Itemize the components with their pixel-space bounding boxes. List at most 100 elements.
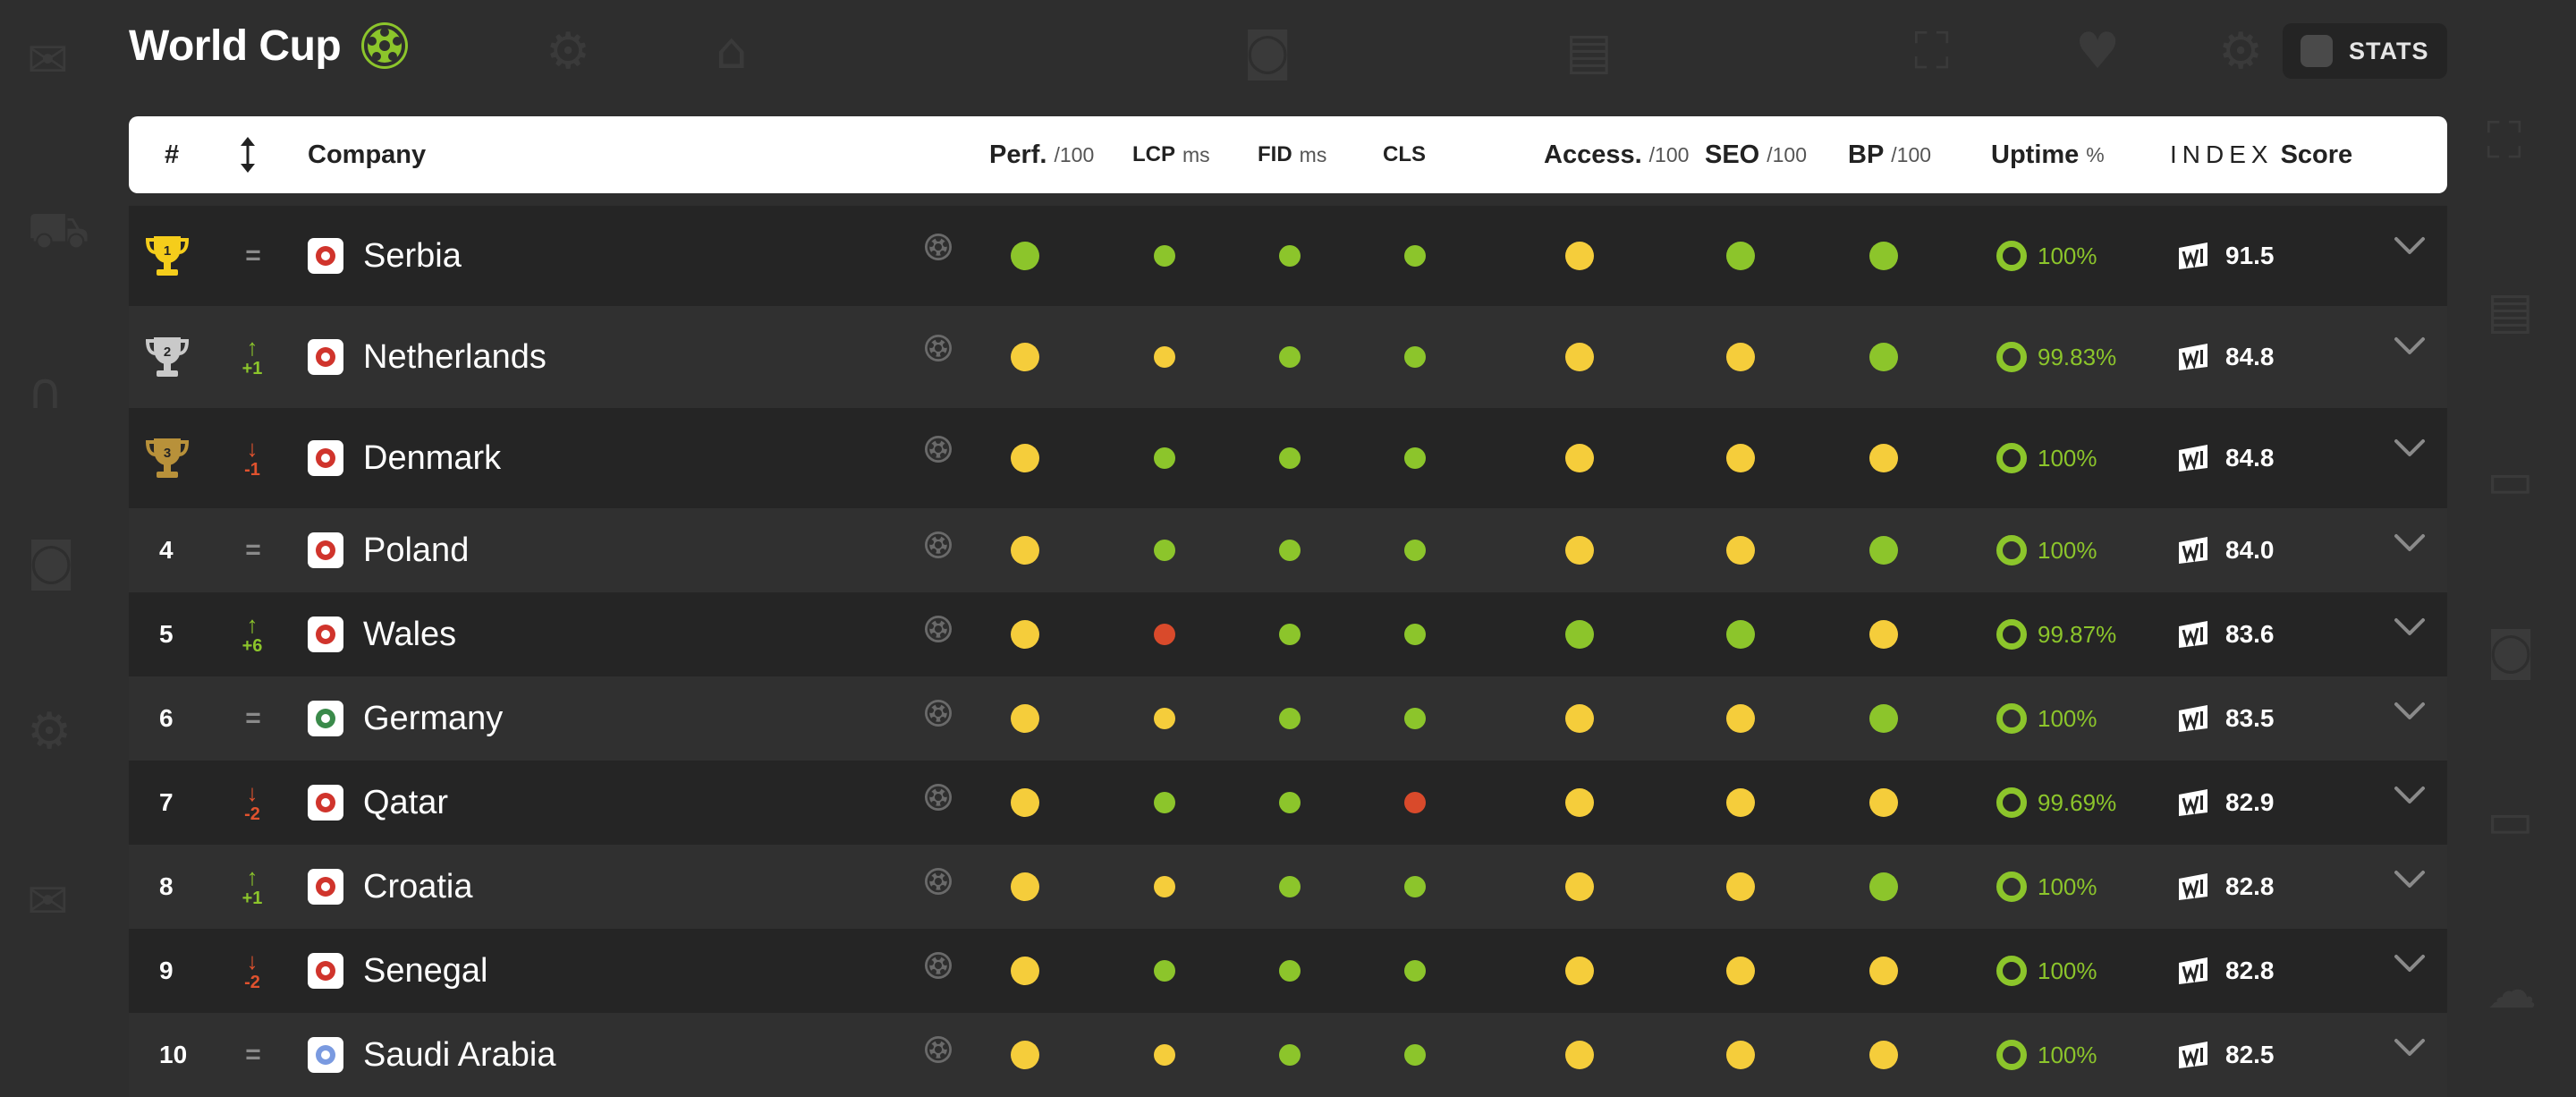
index-logo-icon: [2179, 445, 2207, 472]
chevron-down-icon[interactable]: [2394, 761, 2426, 845]
table-row[interactable]: 4 = Poland 100% 84.0: [129, 508, 2447, 592]
chevron-down-icon[interactable]: [2394, 592, 2426, 676]
chevron-down-icon[interactable]: [2394, 306, 2426, 408]
uptime-value: 100%: [2038, 957, 2097, 984]
company-cell[interactable]: Germany: [308, 676, 503, 761]
football-icon[interactable]: [923, 206, 953, 306]
table-row[interactable]: 1 = Serbia 100% 91.5: [129, 206, 2447, 306]
perf-status-dot: [1011, 408, 1039, 508]
uptime-cell: 99.69%: [1996, 761, 2116, 845]
access-status-dot: [1565, 1013, 1594, 1097]
down-arrow-icon: ↓: [246, 434, 258, 462]
football-icon[interactable]: [923, 408, 953, 508]
chevron-down-icon[interactable]: [2394, 508, 2426, 592]
col-uptime[interactable]: Uptime%: [1991, 116, 2105, 193]
bp-status-dot: [1869, 845, 1898, 929]
uptime-value: 100%: [2038, 872, 2097, 900]
col-lcp[interactable]: LCP ms: [1132, 116, 1210, 193]
flag-icon: [308, 785, 343, 821]
col-perf[interactable]: Perf./100: [989, 116, 1094, 193]
football-icon[interactable]: [923, 1013, 953, 1097]
up-arrow-icon: ↑: [246, 333, 258, 361]
sort-icon[interactable]: [238, 116, 258, 193]
uptime-value: 99.83%: [2038, 343, 2117, 370]
company-name: Germany: [363, 699, 504, 737]
table-row[interactable]: 9 ↓ -2 Senegal 100% 82.8: [129, 929, 2447, 1013]
company-cell[interactable]: Poland: [308, 508, 469, 592]
chevron-down-icon[interactable]: [2394, 206, 2426, 306]
football-icon[interactable]: [923, 306, 953, 408]
football-icon[interactable]: [923, 508, 953, 592]
company-cell[interactable]: Croatia: [308, 845, 473, 929]
col-access[interactable]: Access./100: [1544, 116, 1689, 193]
chevron-down-icon[interactable]: [2394, 845, 2426, 929]
perf-status-dot: [1011, 676, 1039, 761]
page-title: World Cup: [129, 21, 342, 70]
expand-icon: ⛶: [1914, 22, 1950, 81]
flag-icon: [308, 953, 343, 989]
table-row[interactable]: 2 ↑ +1 Netherlands 99.83% 84.8: [129, 306, 2447, 408]
company-cell[interactable]: Wales: [308, 592, 456, 676]
score-value: 84.8: [2225, 343, 2275, 370]
perf-status-dot: [1011, 592, 1039, 676]
company-cell[interactable]: Saudi Arabia: [308, 1013, 556, 1097]
seo-status-dot: [1726, 761, 1755, 845]
company-cell[interactable]: Senegal: [308, 929, 487, 1013]
chevron-down-icon[interactable]: [2394, 929, 2426, 1013]
fid-status-dot: [1279, 306, 1301, 408]
col-seo[interactable]: SEO/100: [1705, 116, 1807, 193]
table-body: 1 = Serbia 100% 91.5 2 ↑ +1 Netherlands …: [129, 206, 2447, 1097]
access-status-dot: [1565, 929, 1594, 1013]
uptime-cell: 100%: [1996, 845, 2097, 929]
cls-status-dot: [1404, 845, 1426, 929]
company-cell[interactable]: Denmark: [308, 408, 501, 508]
headphones-icon: ∩: [27, 362, 64, 421]
score-value: 84.0: [2225, 536, 2275, 564]
seo-status-dot: [1726, 676, 1755, 761]
rank-number: 6: [159, 704, 174, 732]
table-row[interactable]: 6 = Germany 100% 83.5: [129, 676, 2447, 761]
uptime-cell: 100%: [1996, 206, 2097, 306]
chevron-down-icon[interactable]: [2394, 676, 2426, 761]
football-icon[interactable]: [923, 676, 953, 761]
table-row[interactable]: 7 ↓ -2 Qatar 99.69% 82.9: [129, 761, 2447, 845]
table-row[interactable]: 10 = Saudi Arabia 100% 82.5: [129, 1013, 2447, 1097]
seo-status-dot: [1726, 206, 1755, 306]
table-row[interactable]: 5 ↑ +6 Wales 99.87% 83.6: [129, 592, 2447, 676]
heart-icon: ♥: [2075, 22, 2121, 81]
access-status-dot: [1565, 206, 1594, 306]
score-value: 82.9: [2225, 788, 2275, 816]
table-row[interactable]: 3 ↓ -1 Denmark 100% 84.8: [129, 408, 2447, 508]
football-icon[interactable]: [923, 929, 953, 1013]
perf-status-dot: [1011, 929, 1039, 1013]
col-cls[interactable]: CLS: [1383, 116, 1426, 193]
chevron-down-icon[interactable]: [2394, 1013, 2426, 1097]
company-cell[interactable]: Qatar: [308, 761, 448, 845]
index-logo-icon: [2179, 344, 2207, 370]
gear-icon: ⚙: [2218, 22, 2264, 81]
lcp-status-dot: [1154, 1013, 1175, 1097]
col-company[interactable]: Company: [308, 116, 426, 193]
stats-toggle[interactable]: STATS: [2283, 23, 2447, 79]
football-icon[interactable]: [923, 845, 953, 929]
company-cell[interactable]: Netherlands: [308, 306, 547, 408]
table-row[interactable]: 8 ↑ +1 Croatia 100% 82.8: [129, 845, 2447, 929]
perf-status-dot: [1011, 306, 1039, 408]
rank-number: 10: [159, 1041, 188, 1068]
stats-checkbox[interactable]: [2301, 35, 2333, 67]
col-score[interactable]: INDEX Score: [2170, 116, 2352, 193]
company-name: Senegal: [363, 951, 488, 990]
football-icon[interactable]: [923, 761, 953, 845]
fid-status-dot: [1279, 845, 1301, 929]
chevron-down-icon[interactable]: [2394, 408, 2426, 508]
uptime-ring-icon: [1996, 241, 2027, 271]
football-icon[interactable]: [923, 592, 953, 676]
index-logo-icon: [2179, 242, 2207, 269]
perf-status-dot: [1011, 206, 1039, 306]
col-bp[interactable]: BP/100: [1848, 116, 1931, 193]
uptime-ring-icon: [1996, 535, 2027, 566]
company-cell[interactable]: Serbia: [308, 206, 462, 306]
up-arrow-icon: ↑: [246, 863, 258, 890]
col-fid[interactable]: FID ms: [1258, 116, 1326, 193]
uptime-value: 100%: [2038, 704, 2097, 732]
